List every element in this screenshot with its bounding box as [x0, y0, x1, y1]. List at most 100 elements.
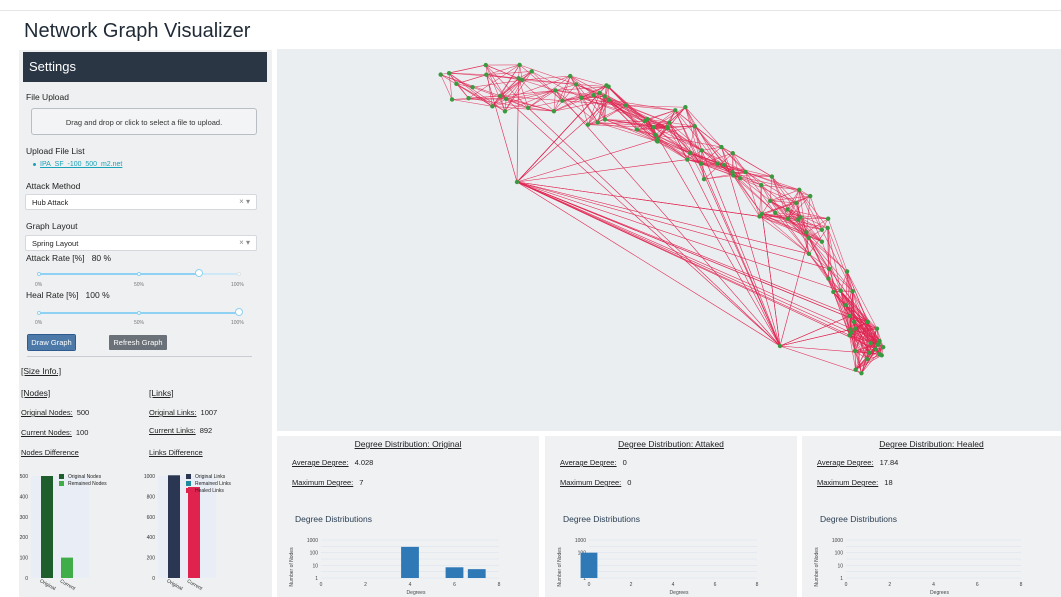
- graph-node: [446, 71, 452, 76]
- network-graph[interactable]: [277, 49, 1061, 431]
- graph-node: [825, 225, 830, 231]
- y-tick-label: 800: [147, 494, 156, 500]
- refresh-graph-button[interactable]: Refresh Graph: [109, 335, 167, 350]
- graph-node: [785, 207, 790, 212]
- degree-panel-healed: Degree Distribution: Healed Average Degr…: [802, 436, 1061, 597]
- graph-node: [847, 333, 852, 338]
- graph-node: [715, 161, 720, 166]
- graph-node: [602, 94, 607, 99]
- graph-node: [844, 269, 850, 274]
- links-difference-chart: 0 200 400 600 800 1000 Original Current Original…: [144, 474, 231, 592]
- degree-panel-title: Degree Distribution: Original: [354, 439, 462, 449]
- heal-rate-label: Heal Rate [%] 100 %: [26, 290, 110, 300]
- nodes-diff-title: Nodes Difference: [21, 448, 79, 457]
- graph-edge: [528, 107, 781, 347]
- y-tick-label: 1: [315, 576, 318, 582]
- y-tick-label: 400: [20, 494, 29, 500]
- graph-node: [454, 81, 459, 87]
- degree-distributions-title: Degree Distributions: [295, 514, 373, 524]
- graph-node: [470, 84, 475, 90]
- graph-node: [516, 76, 521, 81]
- graph-node: [867, 350, 872, 355]
- graph-node: [825, 216, 831, 221]
- graph-node: [503, 96, 509, 102]
- x-tick-label: 6: [714, 582, 717, 588]
- x-axis-label: Degrees: [407, 590, 426, 596]
- graph-edge: [779, 237, 809, 347]
- nodes-header: [Nodes]: [21, 388, 51, 398]
- graph-node: [553, 88, 558, 93]
- graph-node: [526, 105, 531, 111]
- y-tick-label: 100: [310, 551, 319, 557]
- y-tick-label: 1000: [307, 538, 318, 544]
- original-nodes-stat: Original Nodes: 500: [21, 408, 90, 417]
- average-degree-stat: Average Degree: 4.028: [292, 458, 374, 467]
- attack-rate-handle[interactable]: [195, 269, 203, 277]
- graph-node: [730, 170, 735, 175]
- graph-edge: [808, 237, 853, 292]
- x-tick-label: Current: [59, 578, 77, 592]
- graph-layout-label: Graph Layout: [26, 221, 78, 231]
- graph-edge: [733, 175, 760, 217]
- graph-node: [699, 148, 705, 153]
- attack-tick-100: [237, 272, 241, 276]
- file-upload-dropzone[interactable]: Drag and drop or click to select a file …: [31, 108, 257, 135]
- clear-icon[interactable]: ×: [239, 238, 244, 247]
- graph-layout-select[interactable]: Spring Layout × ▾: [25, 235, 257, 251]
- graph-edge: [779, 345, 862, 374]
- graph-node: [502, 109, 508, 114]
- average-degree-stat: Average Degree: 17.84: [817, 458, 899, 467]
- legend-swatch: [59, 481, 64, 486]
- graph-node: [449, 97, 455, 102]
- chevron-down-icon[interactable]: ▾: [246, 238, 250, 247]
- graph-node: [843, 302, 849, 308]
- draw-graph-button[interactable]: Draw Graph: [27, 334, 76, 351]
- x-axis-label: Degrees: [930, 590, 949, 596]
- graph-node: [673, 108, 678, 113]
- graph-node: [568, 73, 573, 79]
- legend-label: Healed Links: [195, 488, 224, 494]
- bar-remained-nodes: [61, 557, 73, 578]
- graph-edge: [516, 181, 852, 333]
- y-tick-label: 600: [147, 515, 156, 521]
- nodes-difference-chart: 0 100 200 300 400 500 Original Current Original …: [20, 474, 107, 592]
- heal-rate-handle[interactable]: [235, 308, 243, 316]
- degree-distribution-chart[interactable]: 110100100002468DegreesNumber of Nodes: [277, 532, 539, 597]
- y-tick-label: 100: [835, 551, 844, 557]
- network-graph-panel[interactable]: [277, 49, 1061, 431]
- graph-node: [773, 210, 778, 215]
- uploaded-file-link[interactable]: IPA_SF_-100_500_m2.net: [33, 161, 122, 168]
- graph-node: [874, 326, 880, 331]
- chevron-down-icon[interactable]: ▾: [246, 197, 250, 206]
- graph-edge: [448, 72, 493, 107]
- x-tick-label: 4: [932, 582, 935, 588]
- graph-node: [517, 62, 522, 68]
- graph-node: [785, 216, 791, 221]
- attack-method-controls[interactable]: × ▾: [239, 197, 250, 206]
- top-divider: [0, 10, 1061, 11]
- graph-node: [826, 266, 832, 272]
- attack-tick-50: [137, 272, 141, 276]
- graph-node: [529, 69, 534, 74]
- graph-node: [759, 211, 765, 217]
- graph-node: [654, 138, 659, 143]
- legend-swatch: [186, 481, 191, 486]
- y-axis-label: Number of Nodes: [289, 547, 295, 587]
- current-links-stat: Current Links: 892: [149, 426, 213, 435]
- graph-node: [579, 95, 584, 100]
- graph-edge: [516, 181, 781, 347]
- graph-node: [719, 144, 724, 150]
- legend-label: Original Links: [195, 474, 226, 480]
- attack-method-select[interactable]: Hub Attack × ▾: [25, 194, 257, 210]
- clear-icon[interactable]: ×: [239, 197, 244, 206]
- degree-bar: [580, 552, 598, 578]
- bullet-icon: [33, 162, 36, 166]
- graph-layout-controls[interactable]: × ▾: [239, 238, 250, 247]
- graph-node: [692, 124, 697, 129]
- degree-distribution-chart[interactable]: 110100100002468DegreesNumber of Nodes: [545, 532, 797, 597]
- graph-node: [848, 327, 853, 332]
- graph-node: [831, 289, 836, 295]
- graph-node: [438, 72, 443, 77]
- x-tick-label: 8: [498, 582, 501, 588]
- degree-distribution-chart[interactable]: 110100100002468DegreesNumber of Nodes: [802, 532, 1061, 597]
